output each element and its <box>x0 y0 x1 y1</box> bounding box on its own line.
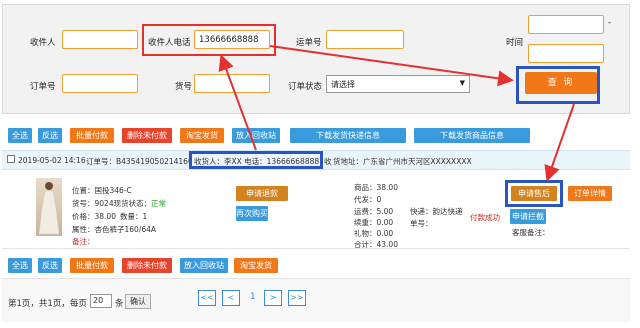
arrow-phone-to-query <box>269 45 514 87</box>
annotation-arrows <box>218 45 575 182</box>
arrow-query-to-aftersale <box>544 103 575 182</box>
arrow-consignee-to-phone <box>218 54 257 151</box>
